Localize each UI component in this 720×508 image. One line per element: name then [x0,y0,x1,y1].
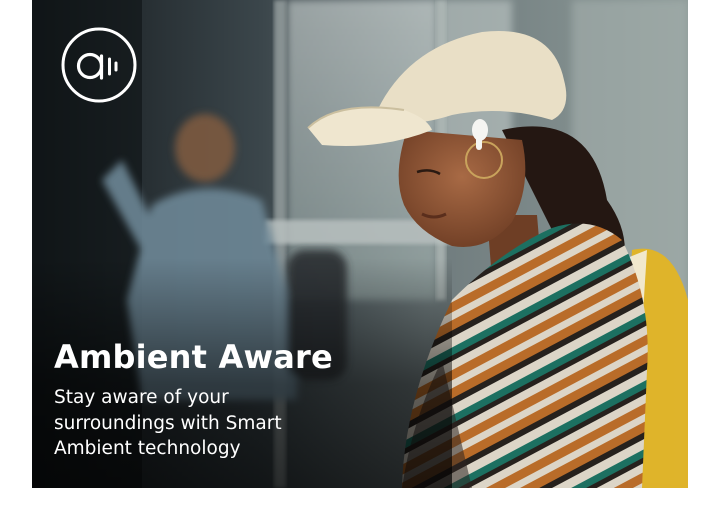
description-line: Stay aware of your [54,387,229,408]
banner-title: Ambient Aware [54,338,333,376]
description-line: Ambient technology [54,438,241,459]
banner-description: Stay aware of your surroundings with Sma… [54,385,374,462]
ambient-aware-banner: Ambient Aware Stay aware of your surroun… [32,0,688,488]
ambient-sound-icon [61,27,137,103]
description-line: surroundings with Smart [54,412,282,434]
